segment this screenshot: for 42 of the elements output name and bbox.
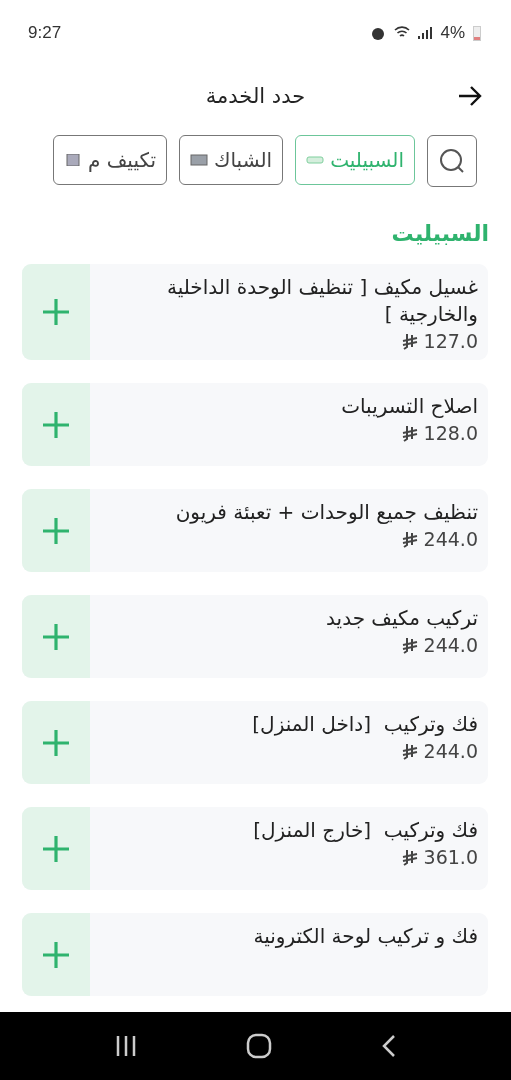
add-button[interactable] xyxy=(22,264,90,360)
service-price: 127.0 xyxy=(423,330,478,352)
plus-icon xyxy=(41,939,71,970)
signal-icon xyxy=(418,26,433,40)
category-tab[interactable]: تكييف م xyxy=(52,135,168,185)
search-button[interactable] xyxy=(427,135,477,187)
section-title: السبيليت xyxy=(391,221,489,246)
service-name: فك و تركيب لوحة الكترونية xyxy=(252,923,478,950)
add-button[interactable] xyxy=(22,595,90,678)
plus-icon xyxy=(41,621,71,652)
back-icon[interactable] xyxy=(380,1034,397,1058)
ac-unit-icon xyxy=(63,154,82,166)
plus-icon xyxy=(41,727,71,758)
add-button[interactable] xyxy=(22,383,90,466)
plus-icon xyxy=(41,833,71,864)
service-name: فك وتركيب [داخل المنزل] xyxy=(251,711,478,738)
service-name: تركيب مكيف جديد xyxy=(325,605,478,632)
service-price: 361.0 xyxy=(423,846,478,868)
add-button[interactable] xyxy=(22,489,90,572)
plus-icon xyxy=(41,409,71,440)
split-unit-icon xyxy=(306,154,325,166)
service-name: فك وتركيب [خارج المنزل] xyxy=(252,817,478,844)
service-price: 244.0 xyxy=(423,634,478,656)
service-price: 244.0 xyxy=(423,528,478,550)
plus-icon xyxy=(41,297,71,327)
window-unit-icon xyxy=(190,154,209,166)
search-icon xyxy=(438,147,466,175)
service-price: 244.0 xyxy=(423,740,478,762)
service-name: تنظيف جميع الوحدات + تعبئة فريون xyxy=(174,499,478,526)
service-name: غسيل مكيف [ تنظيف الوحدة الداخلية والخارجية ] xyxy=(165,274,478,328)
plus-icon xyxy=(41,515,71,546)
service-name: اصلاح التسريبات xyxy=(340,393,478,420)
page-title: حدد الخدمة xyxy=(205,84,306,108)
battery-percent: 4% xyxy=(440,23,465,43)
add-button[interactable] xyxy=(22,913,90,996)
add-button[interactable] xyxy=(22,701,90,784)
status-time: 9:27 xyxy=(28,23,62,43)
category-tab[interactable]: الشباك xyxy=(179,135,284,185)
service-price: 128.0 xyxy=(423,422,478,444)
home-icon[interactable] xyxy=(246,1033,273,1059)
add-button[interactable] xyxy=(22,807,90,890)
battery-icon xyxy=(473,25,481,41)
